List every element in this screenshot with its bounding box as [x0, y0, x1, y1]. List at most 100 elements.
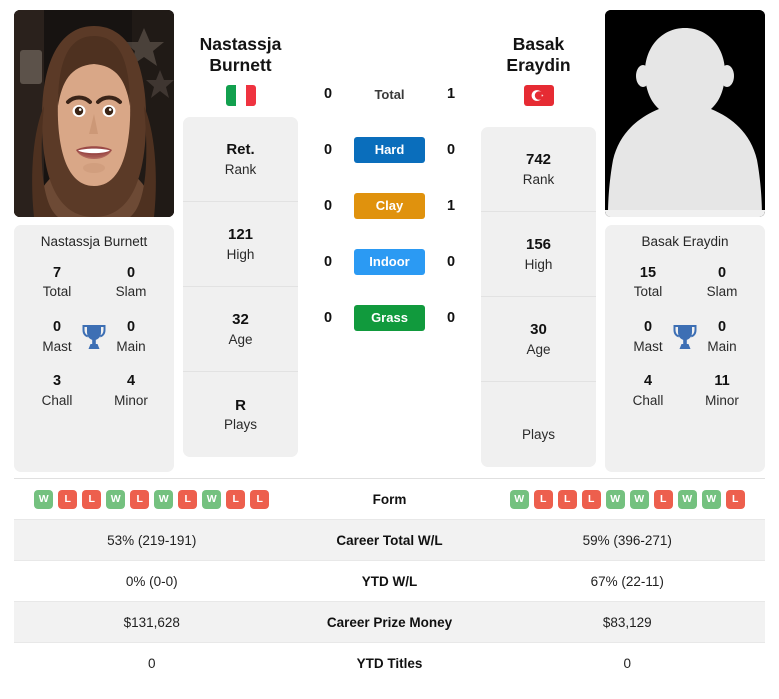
left-ytd-wl: 0% (0-0) — [125, 573, 178, 589]
left-titles-grid: 7 Total 0 Slam 0 Mast 0 Main 3 Chall 4 M… — [20, 264, 168, 409]
left-titles-player-name: Nastassja Burnett — [40, 234, 148, 249]
right-flag-wrapper — [481, 85, 596, 107]
left-titles-chall-value: 3 — [52, 373, 62, 390]
h2h-surface-column: 0 Total 1 0 Hard 0 0 Clay 1 0 Indoor 0 0 — [298, 10, 481, 346]
left-player-photo[interactable] — [14, 10, 174, 217]
right-titles-grid: 15 Total 0 Slam 0 Mast 0 Main 4 Chall 11… — [611, 264, 759, 409]
form-badge-l[interactable]: L — [653, 489, 673, 509]
right-titles-total: 15 Total — [611, 264, 685, 301]
right-age-value: 30 — [530, 321, 547, 339]
right-form-strip: WLLLWWLWWL — [490, 489, 766, 509]
right-player-photo[interactable] — [605, 10, 765, 217]
right-age-label: Age — [526, 341, 551, 357]
left-high-label: High — [226, 246, 255, 262]
h2h-row-clay: 0 Clay 1 — [302, 178, 477, 234]
table-row-career-total-wl-label: Career Total W/L — [336, 532, 443, 548]
left-player-last-name: Burnett — [209, 54, 272, 75]
right-high-row: 156 High — [481, 212, 596, 298]
right-titles-total-label: Total — [633, 284, 663, 300]
form-badge-l[interactable]: L — [557, 489, 577, 509]
right-plays-row: Plays — [481, 382, 596, 467]
right-form-cell: WLLLWWLWWL — [490, 489, 766, 509]
right-titles-minor: 11 Minor — [685, 372, 759, 409]
table-row-career-prize-money-label: Career Prize Money — [326, 614, 453, 630]
left-plays-row: R Plays — [183, 372, 298, 457]
right-high-label: High — [524, 256, 553, 272]
head-to-head-page: Nastassja Burnett 7 Total 0 Slam 0 Mast — [0, 0, 779, 699]
right-titles-slam-label: Slam — [706, 284, 738, 300]
left-plays-value: R — [235, 396, 246, 414]
left-ytd-titles: 0 — [147, 656, 156, 671]
right-titles-minor-label: Minor — [705, 392, 739, 408]
left-player-info-column: Nastassja Burnett Ret. Rank 121 High 32 … — [183, 10, 298, 458]
right-ytd-wl: 67% (22-11) — [590, 573, 664, 589]
form-badge-l[interactable]: L — [82, 489, 102, 509]
left-rank-value: Ret. — [226, 141, 255, 159]
flag-turkey-icon — [523, 85, 554, 107]
h2h-clay-label[interactable]: Clay — [354, 192, 425, 220]
left-career-prize-money: $131,628 — [123, 614, 180, 630]
table-row-career-total-wl: 53% (219-191) Career Total W/L 59% (396-… — [14, 520, 765, 561]
h2h-grass-label[interactable]: Grass — [354, 304, 425, 332]
left-high-row: 121 High — [183, 202, 298, 288]
form-badge-l[interactable]: L — [725, 489, 745, 509]
left-age-label: Age — [228, 331, 253, 347]
form-badge-l[interactable]: L — [130, 489, 150, 509]
left-age-row: 32 Age — [183, 287, 298, 373]
form-badge-w[interactable]: W — [509, 489, 529, 509]
right-high-value: 156 — [525, 236, 552, 254]
form-badge-w[interactable]: W — [677, 489, 697, 509]
right-rank-value: 742 — [525, 151, 552, 169]
left-titles-slam: 0 Slam — [94, 264, 168, 301]
left-rank-row: Ret. Rank — [183, 117, 298, 203]
form-badge-l[interactable]: L — [250, 489, 270, 509]
table-row-form: WLLWLWLWLL Form WLLLWWLWWL — [14, 479, 765, 520]
comparison-stats-table: WLLWLWLWLL Form WLLLWWLWWL 53% (219-191)… — [14, 478, 765, 684]
h2h-indoor-label[interactable]: Indoor — [354, 248, 425, 276]
comparison-header: Nastassja Burnett 7 Total 0 Slam 0 Mast — [0, 0, 779, 472]
right-ytd-titles: 0 — [623, 656, 631, 671]
right-career-prize-money: $83,129 — [602, 614, 652, 630]
form-badge-l[interactable]: L — [226, 489, 246, 509]
right-rank-row: 742 Rank — [481, 127, 596, 213]
left-titles-minor-value: 4 — [126, 373, 136, 390]
form-badge-w[interactable]: W — [605, 489, 625, 509]
table-row-ytd-wl: 0% (0-0) YTD W/L 67% (22-11) — [14, 561, 765, 602]
form-badge-l[interactable]: L — [533, 489, 553, 509]
left-form-cell: WLLWLWLWLL — [14, 489, 290, 509]
left-career-total-wl: 53% (219-191) — [107, 532, 197, 548]
right-player-first-name: Basak — [512, 34, 565, 54]
trophy-icon — [81, 323, 107, 351]
right-player-name: Basak Eraydin — [481, 10, 596, 75]
right-titles-chall: 4 Chall — [611, 372, 685, 409]
left-titles-minor: 4 Minor — [94, 372, 168, 409]
left-player-column: Nastassja Burnett 7 Total 0 Slam 0 Mast — [14, 10, 174, 472]
right-titles-slam: 0 Slam — [685, 264, 759, 301]
right-titles-chall-label: Chall — [632, 392, 664, 408]
right-titles-card: Basak Eraydin 15 Total 0 Slam 0 Mast 0 M… — [605, 225, 765, 472]
table-row-ytd-wl-label: YTD W/L — [361, 573, 418, 589]
form-badge-w[interactable]: W — [629, 489, 649, 509]
right-titles-minor-value: 11 — [714, 373, 730, 390]
left-high-value: 121 — [227, 226, 254, 244]
h2h-hard-left-count: 0 — [323, 142, 333, 158]
right-player-info-column: Basak Eraydin 742 Rank 156 High 30 Age P… — [481, 10, 596, 468]
h2h-total-right-count: 1 — [446, 86, 456, 102]
form-badge-w[interactable]: W — [106, 489, 126, 509]
left-titles-total-label: Total — [42, 284, 72, 300]
h2h-grass-left-count: 0 — [323, 310, 333, 326]
h2h-total-left-count: 0 — [323, 86, 333, 102]
form-badge-w[interactable]: W — [154, 489, 174, 509]
right-titles-slam-value: 0 — [717, 264, 727, 281]
form-badge-l[interactable]: L — [581, 489, 601, 509]
form-badge-w[interactable]: W — [701, 489, 721, 509]
left-titles-minor-label: Minor — [114, 392, 148, 408]
h2h-hard-label[interactable]: Hard — [354, 136, 425, 164]
form-badge-l[interactable]: L — [58, 489, 78, 509]
table-row-career-prize-money: $131,628 Career Prize Money $83,129 — [14, 602, 765, 643]
form-badge-w[interactable]: W — [202, 489, 222, 509]
form-badge-l[interactable]: L — [178, 489, 198, 509]
form-badge-w[interactable]: W — [34, 489, 54, 509]
h2h-clay-right-count: 1 — [446, 198, 456, 214]
right-titles-player-name: Basak Eraydin — [641, 234, 729, 249]
